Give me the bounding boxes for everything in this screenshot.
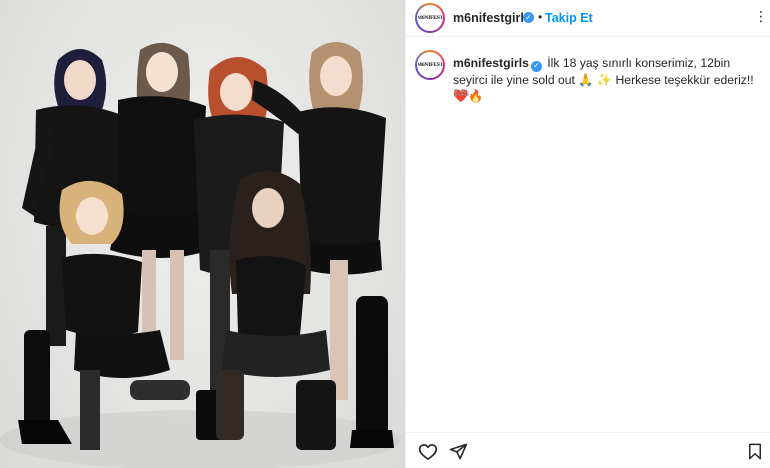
caption-username[interactable]: m6nifestgirls <box>453 56 529 70</box>
separator-dot: • <box>538 10 543 24</box>
action-bar <box>406 432 770 468</box>
verified-badge-icon: ✓ <box>523 12 534 23</box>
pray-emoji: 🙏 <box>578 72 594 87</box>
caption-line-2: Herkese teşekkür ederiz!! <box>615 72 754 87</box>
post-header: M6NIFEST m6nifestgirls ✓ • Takip Et ⋮ <box>406 0 770 37</box>
follow-button[interactable]: Takip Et <box>545 11 593 25</box>
profile-avatar[interactable]: M6NIFEST <box>415 3 445 33</box>
avatar-logo: M6NIFEST <box>417 52 443 78</box>
heart-icon[interactable] <box>418 442 438 467</box>
fire-emoji: 🔥 <box>468 88 484 103</box>
verified-badge-icon: ✓ <box>530 60 542 72</box>
avatar-logo: M6NIFEST <box>417 5 443 31</box>
group-photo-illustration <box>0 42 400 468</box>
caption-text: m6nifestgirls ✓ İlk 18 yaş sınırlı konser… <box>453 55 758 104</box>
bookmark-icon[interactable] <box>746 442 764 466</box>
instagram-post: M6NIFEST m6nifestgirls ✓ • Takip Et ⋮ M6… <box>0 0 770 468</box>
post-side-panel: M6NIFEST m6nifestgirls ✓ • Takip Et ⋮ M6… <box>405 0 770 468</box>
header-username[interactable]: m6nifestgirls <box>453 11 531 25</box>
caption-avatar[interactable]: M6NIFEST <box>415 50 445 80</box>
sparkles-emoji: ✨ <box>596 72 613 87</box>
post-timestamp[interactable]: 14s <box>453 88 469 99</box>
send-icon[interactable] <box>449 442 468 466</box>
post-photo[interactable] <box>0 0 405 468</box>
vertical-dots-icon[interactable]: ⋮ <box>754 8 768 25</box>
